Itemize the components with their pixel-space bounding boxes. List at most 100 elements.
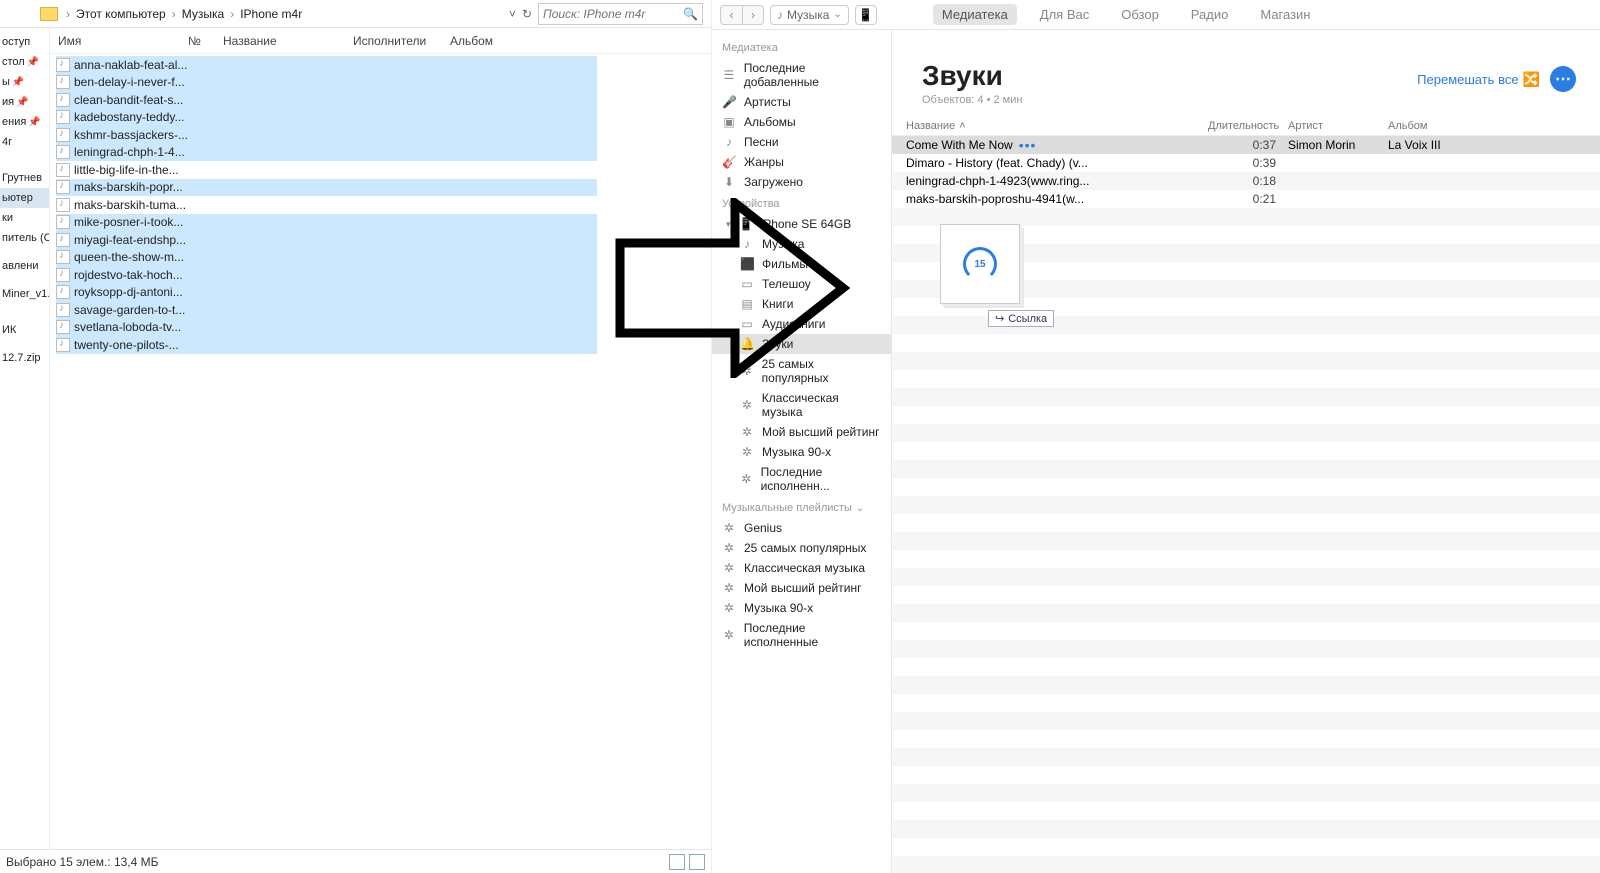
sidebar-item[interactable]: ☰Последние добавленные [712, 58, 891, 92]
file-row[interactable]: savage-garden-to-t... [56, 301, 597, 319]
sidebar-item[interactable]: ✲Genius [712, 518, 891, 538]
breadcrumb-segment[interactable]: IPhone m4r [238, 7, 304, 21]
more-button[interactable]: ⋯ [1550, 66, 1576, 92]
track-row[interactable]: leningrad-chph-1-4923(www.ring...0:18 [892, 172, 1600, 190]
tree-item[interactable]: ки [0, 208, 49, 228]
file-row[interactable]: kshmr-bassjackers-... [56, 126, 597, 144]
sidebar-item[interactable]: ✲Классическая музыка [712, 388, 891, 422]
track-more-icon[interactable]: ••• [1019, 137, 1037, 153]
track-row[interactable] [892, 676, 1600, 694]
file-row[interactable]: mike-posner-i-took... [56, 214, 597, 232]
sidebar-item[interactable]: ⬇Загружено [712, 172, 891, 192]
tree-item[interactable] [0, 248, 49, 256]
search-box[interactable]: 🔍 [538, 3, 703, 25]
device-button[interactable]: 📱 [855, 5, 877, 25]
sidebar-item[interactable]: ✲Мой высший рейтинг [712, 578, 891, 598]
sidebar-item[interactable]: ✲25 самых популярных [712, 354, 891, 388]
track-row[interactable] [892, 622, 1600, 640]
file-row[interactable]: kadebostany-teddy... [56, 109, 597, 127]
sidebar-item[interactable]: ▭Телешоу [712, 274, 891, 294]
file-row[interactable]: ben-delay-i-never-f... [56, 74, 597, 92]
sidebar-item[interactable]: 🎸Жанры [712, 152, 891, 172]
tree-item[interactable] [0, 276, 49, 284]
th-name[interactable]: Название ˄ [900, 120, 1202, 132]
track-row[interactable] [892, 712, 1600, 730]
tab-Для Вас[interactable]: Для Вас [1031, 4, 1098, 25]
sidebar-item[interactable]: ✲Мой высший рейтинг [712, 422, 891, 442]
tree-item[interactable]: оступ [0, 32, 49, 52]
back-button[interactable]: ‹ [720, 5, 742, 25]
tree-item[interactable]: ИК [0, 320, 49, 340]
track-row[interactable] [892, 802, 1600, 820]
tracks-list[interactable]: Come With Me Now•••0:37Simon MorinLa Voi… [892, 136, 1600, 873]
sidebar-item[interactable]: ✲Классическая музыка [712, 558, 891, 578]
sidebar-item[interactable]: 🎤Артисты [712, 92, 891, 112]
tree-item[interactable]: ия📌 [0, 92, 49, 112]
track-row[interactable] [892, 406, 1600, 424]
sidebar-item[interactable]: ✲Последние исполненные [712, 618, 891, 652]
file-row[interactable]: maks-barskih-popr... [56, 179, 597, 197]
track-row[interactable] [892, 514, 1600, 532]
track-row[interactable] [892, 370, 1600, 388]
column-headers[interactable]: Имя № Название Исполнители Альбом [50, 28, 711, 54]
shuffle-all-button[interactable]: Перемешать все 🔀 [1417, 71, 1540, 88]
file-rows[interactable]: anna-naklab-feat-al...ben-delay-i-never-… [50, 54, 711, 849]
track-row[interactable] [892, 784, 1600, 802]
file-row[interactable]: maks-barskih-tuma... [56, 196, 597, 214]
explorer-tree[interactable]: оступстол📌ы📌ия📌ения📌4rГрутневьютеркипите… [0, 28, 50, 849]
sidebar-item[interactable]: ✲Музыка 90-х [712, 598, 891, 618]
file-row[interactable]: miyagi-feat-endshp... [56, 231, 597, 249]
disclosure-icon[interactable]: ▾ [722, 219, 731, 230]
sidebar-device[interactable]: ▾📱iPhone SE 64GB [712, 214, 891, 234]
sidebar-item[interactable]: ✲Музыка 90-х [712, 442, 891, 462]
track-row[interactable] [892, 838, 1600, 856]
track-row[interactable] [892, 496, 1600, 514]
tree-item[interactable] [0, 312, 49, 320]
track-row[interactable] [892, 532, 1600, 550]
tree-item[interactable]: ы📌 [0, 72, 49, 92]
dropdown-arrow-icon[interactable]: ˅ [509, 7, 516, 21]
tree-item[interactable] [0, 160, 49, 168]
file-row[interactable]: leningrad-chph-1-4... [56, 144, 597, 162]
track-row[interactable] [892, 820, 1600, 838]
track-row[interactable] [892, 748, 1600, 766]
track-row[interactable] [892, 460, 1600, 478]
track-row[interactable] [892, 586, 1600, 604]
track-row[interactable] [892, 658, 1600, 676]
tree-item[interactable]: питель (С [0, 228, 49, 248]
track-row[interactable] [892, 442, 1600, 460]
tree-item[interactable]: Miner_v1. [0, 284, 49, 304]
tree-item[interactable]: ения📌 [0, 112, 49, 132]
sidebar-item[interactable]: ▤Книги [712, 294, 891, 314]
file-row[interactable]: svetlana-loboda-tv... [56, 319, 597, 337]
col-album[interactable]: Альбом [442, 34, 711, 48]
tab-Обзор[interactable]: Обзор [1112, 4, 1168, 25]
sidebar-item[interactable]: ▭Аудиокниги [712, 314, 891, 334]
sidebar-item[interactable]: ▣Альбомы [712, 112, 891, 132]
track-row[interactable]: Dimaro - History (feat. Chady) (v...0:39 [892, 154, 1600, 172]
itunes-sidebar[interactable]: Медиатека☰Последние добавленные🎤Артисты▣… [712, 30, 892, 873]
tree-item[interactable]: 4r [0, 132, 49, 152]
tree-item[interactable]: Грутнев [0, 168, 49, 188]
media-dropdown[interactable]: ♪ Музыка ⌄ [770, 5, 849, 25]
tree-item[interactable]: авлени [0, 256, 49, 276]
tree-item[interactable]: 12.7.zip [0, 348, 49, 368]
track-row[interactable] [892, 766, 1600, 784]
sidebar-item[interactable]: ⬛Фильмы [712, 254, 891, 274]
tree-item[interactable] [0, 304, 49, 312]
col-name[interactable]: Имя [50, 34, 180, 48]
track-row[interactable] [892, 388, 1600, 406]
view-thumbs-icon[interactable] [689, 854, 705, 870]
file-row[interactable]: anna-naklab-feat-al... [56, 56, 597, 74]
breadcrumb-segment[interactable]: Музыка [180, 7, 226, 21]
track-row[interactable] [892, 604, 1600, 622]
sidebar-item[interactable]: ♪Музыка [712, 234, 891, 254]
track-row[interactable] [892, 478, 1600, 496]
track-row[interactable] [892, 730, 1600, 748]
col-no[interactable]: № [180, 34, 215, 48]
sidebar-item[interactable]: ✲25 самых популярных [712, 538, 891, 558]
refresh-icon[interactable]: ↻ [522, 7, 532, 21]
file-row[interactable]: royksopp-dj-antoni... [56, 284, 597, 302]
track-row[interactable] [892, 550, 1600, 568]
tab-Радио[interactable]: Радио [1182, 4, 1238, 25]
